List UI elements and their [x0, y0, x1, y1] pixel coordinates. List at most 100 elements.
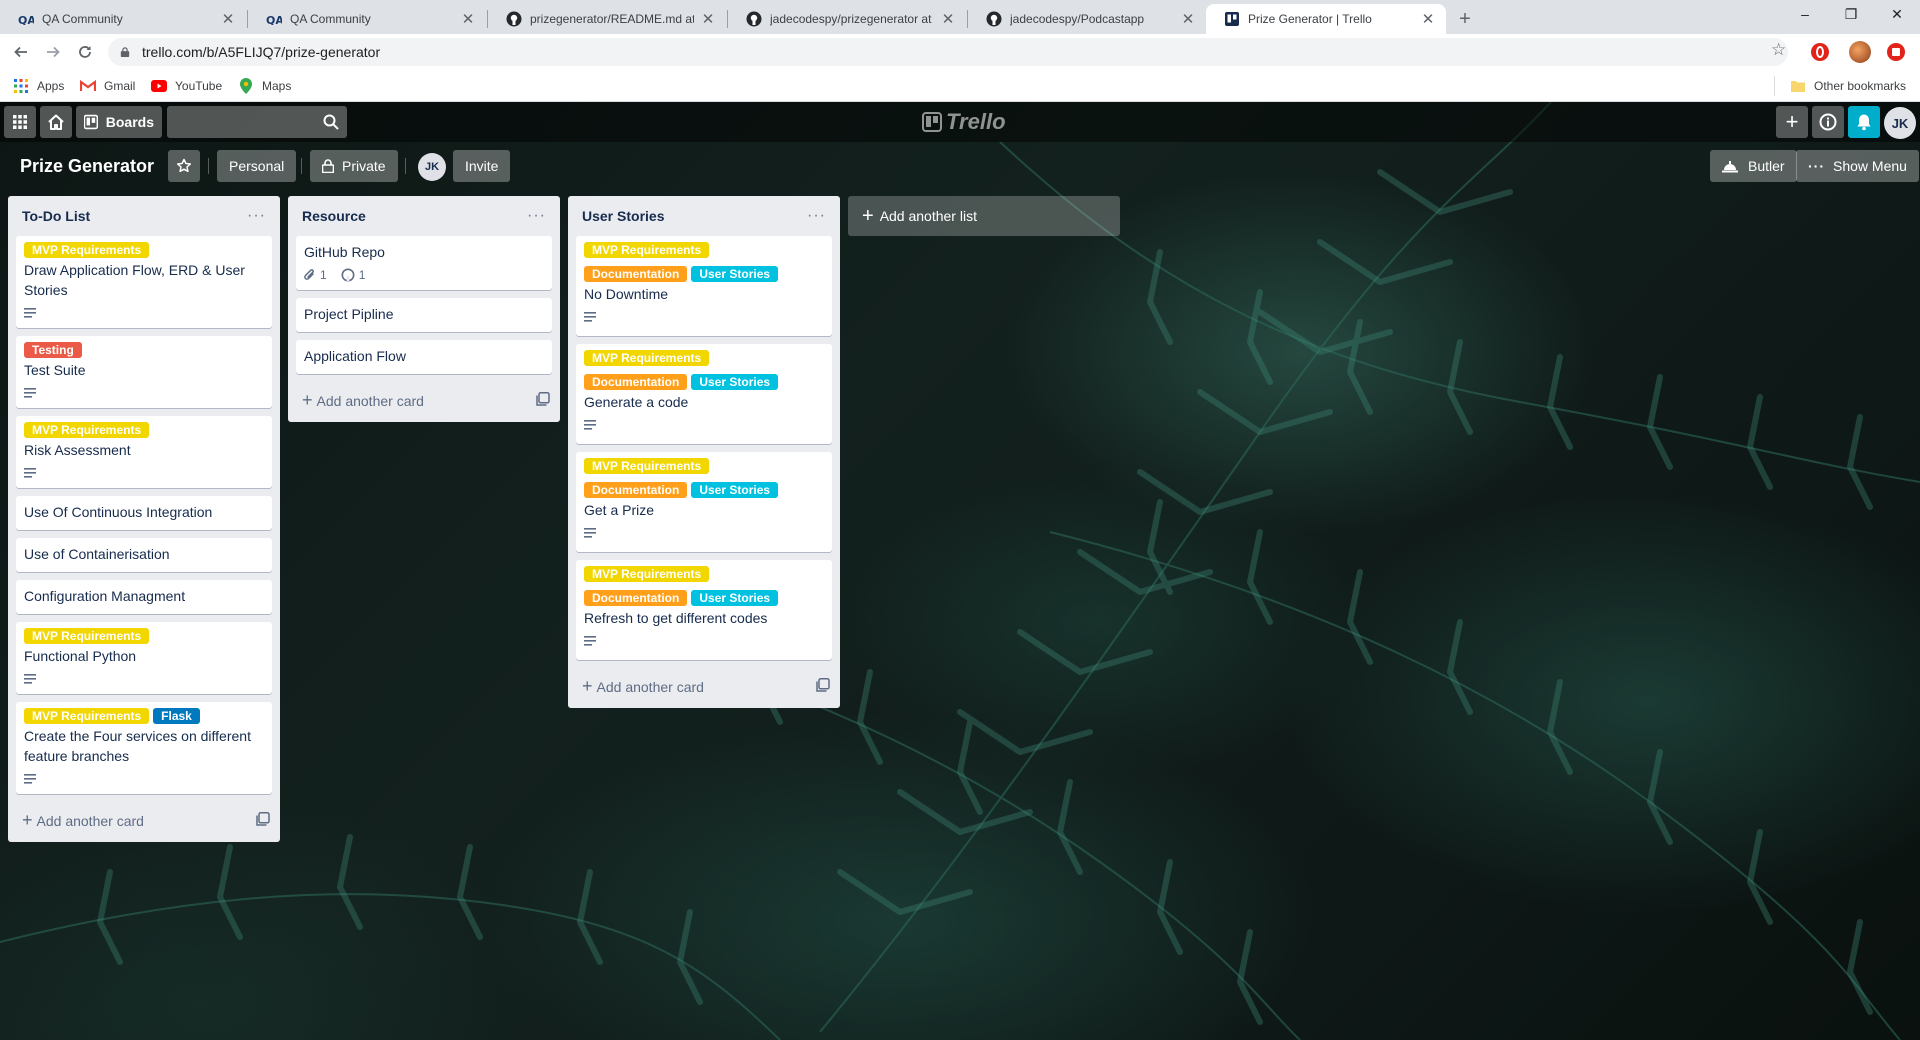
back-arrow-icon[interactable]: [9, 40, 33, 64]
list-resource[interactable]: Resource ··· GitHub Repo 1 1 Project Pip…: [288, 196, 560, 422]
close-icon[interactable]: ✕: [700, 10, 716, 28]
butler-button[interactable]: Butler: [1710, 150, 1797, 182]
card[interactable]: Testing Test Suite: [16, 336, 272, 408]
minimize-button[interactable]: –: [1782, 0, 1828, 30]
member-avatar[interactable]: JK: [418, 153, 446, 181]
card-label[interactable]: User Stories: [691, 482, 779, 498]
bookmark-gmail[interactable]: Gmail: [80, 76, 135, 96]
bookmark-maps[interactable]: Maps: [238, 76, 291, 96]
list-title[interactable]: Resource: [302, 208, 366, 224]
card[interactable]: MVP Requirements Documentation User Stor…: [576, 452, 832, 552]
bookmark-star-icon[interactable]: ☆: [1771, 40, 1786, 60]
card-label[interactable]: MVP Requirements: [584, 458, 710, 474]
window-close-button[interactable]: ✕: [1874, 0, 1920, 30]
browser-tab-active[interactable]: Prize Generator | Trello ✕: [1206, 4, 1446, 34]
card-template-icon[interactable]: [256, 811, 270, 829]
board-title[interactable]: Prize Generator: [12, 150, 162, 182]
close-icon[interactable]: ✕: [940, 10, 956, 28]
card[interactable]: MVP Requirements Risk Assessment: [16, 416, 272, 488]
card-label[interactable]: User Stories: [691, 374, 779, 390]
team-visibility-button[interactable]: Personal: [217, 150, 297, 182]
card-label[interactable]: MVP Requirements: [584, 350, 710, 366]
new-tab-button[interactable]: +: [1452, 6, 1478, 32]
browser-tab[interactable]: jadecodespy/Podcastapp ✕: [968, 4, 1206, 34]
card[interactable]: Use of Containerisation: [16, 538, 272, 572]
list-title[interactable]: To-Do List: [22, 208, 90, 224]
card[interactable]: MVP Requirements Documentation User Stor…: [576, 236, 832, 336]
invite-button[interactable]: Invite: [453, 150, 511, 182]
search-input[interactable]: [167, 106, 347, 138]
card[interactable]: MVP Requirements Functional Python: [16, 622, 272, 694]
description-icon: [584, 636, 596, 646]
browser-tab[interactable]: QA QA Community ✕: [248, 4, 486, 34]
list-title[interactable]: User Stories: [582, 208, 664, 224]
card-label[interactable]: MVP Requirements: [24, 242, 150, 258]
card-label[interactable]: MVP Requirements: [24, 628, 150, 644]
other-bookmarks[interactable]: Other bookmarks: [1790, 76, 1906, 96]
card-label[interactable]: MVP Requirements: [24, 422, 150, 438]
card-label[interactable]: MVP Requirements: [24, 708, 150, 724]
privacy-button[interactable]: Private: [310, 150, 398, 182]
tab-title: jadecodespy/Podcastapp: [1010, 12, 1145, 26]
list-todo[interactable]: To-Do List ··· MVP Requirements Draw App…: [8, 196, 280, 842]
star-board-icon[interactable]: [168, 150, 200, 182]
close-icon[interactable]: ✕: [1420, 10, 1436, 28]
reload-icon[interactable]: [73, 40, 97, 64]
card[interactable]: MVP Requirements Documentation User Stor…: [576, 560, 832, 660]
info-icon[interactable]: [1812, 106, 1844, 138]
card[interactable]: GitHub Repo 1 1: [296, 236, 552, 290]
card-label[interactable]: Flask: [153, 708, 200, 724]
card[interactable]: MVP Requirements Draw Application Flow, …: [16, 236, 272, 328]
card-label[interactable]: MVP Requirements: [584, 242, 710, 258]
bookmark-youtube[interactable]: YouTube: [151, 76, 222, 96]
add-card-button[interactable]: + Add another card: [568, 668, 840, 704]
card-template-icon[interactable]: [536, 391, 550, 409]
user-avatar[interactable]: JK: [1884, 107, 1916, 139]
card[interactable]: MVP Requirements Documentation User Stor…: [576, 344, 832, 444]
home-icon[interactable]: [40, 106, 72, 138]
list-menu-icon[interactable]: ···: [527, 208, 546, 224]
list-header: Resource ···: [288, 196, 560, 236]
add-list-button[interactable]: + Add another list: [848, 196, 1120, 236]
show-menu-button[interactable]: ··· Show Menu: [1796, 150, 1919, 182]
profile-avatar[interactable]: [1849, 41, 1871, 63]
browser-tab[interactable]: QA QA Community ✕: [0, 4, 246, 34]
restore-button[interactable]: ❐: [1828, 0, 1874, 30]
close-icon[interactable]: ✕: [220, 10, 236, 28]
notifications-bell-icon[interactable]: [1848, 106, 1880, 138]
add-card-button[interactable]: + Add another card: [8, 802, 280, 838]
card-label[interactable]: Testing: [24, 342, 82, 358]
add-card-button[interactable]: + Add another card: [288, 382, 560, 418]
browser-tab[interactable]: prizegenerator/README.md at m ✕: [488, 4, 726, 34]
list-menu-icon[interactable]: ···: [807, 208, 826, 224]
opera-extension-icon[interactable]: [1811, 43, 1829, 61]
card-label[interactable]: User Stories: [691, 590, 779, 606]
address-bar[interactable]: trello.com/b/A5FLIJQ7/prize-generator: [108, 38, 1788, 66]
card-label[interactable]: Documentation: [584, 374, 688, 390]
bookmark-apps[interactable]: Apps: [13, 76, 64, 96]
card-label[interactable]: Documentation: [584, 266, 688, 282]
list-menu-icon[interactable]: ···: [247, 208, 266, 224]
paperclip-icon: [304, 269, 314, 280]
card-label[interactable]: MVP Requirements: [584, 566, 710, 582]
trello-logo[interactable]: Trello: [922, 109, 1006, 134]
apps-switcher-icon[interactable]: [4, 106, 36, 138]
card[interactable]: Application Flow: [296, 340, 552, 374]
forward-arrow-icon[interactable]: [41, 40, 65, 64]
card-label[interactable]: Documentation: [584, 590, 688, 606]
boards-button[interactable]: Boards: [76, 106, 162, 138]
list-user-stories[interactable]: User Stories ··· MVP Requirements Docume…: [568, 196, 840, 708]
card-label[interactable]: User Stories: [691, 266, 779, 282]
card[interactable]: MVP Requirements Flask Create the Four s…: [16, 702, 272, 794]
adblock-extension-icon[interactable]: [1887, 43, 1905, 61]
card[interactable]: Project Pipline: [296, 298, 552, 332]
card-label[interactable]: Documentation: [584, 482, 688, 498]
card[interactable]: Use Of Continuous Integration: [16, 496, 272, 530]
create-plus-icon[interactable]: +: [1776, 106, 1808, 138]
close-icon[interactable]: ✕: [1180, 10, 1196, 28]
plus-icon: +: [582, 675, 593, 696]
browser-tab[interactable]: jadecodespy/prizegenerator at c ✕: [728, 4, 966, 34]
card-template-icon[interactable]: [816, 677, 830, 695]
card[interactable]: Configuration Managment: [16, 580, 272, 614]
close-icon[interactable]: ✕: [460, 10, 476, 28]
